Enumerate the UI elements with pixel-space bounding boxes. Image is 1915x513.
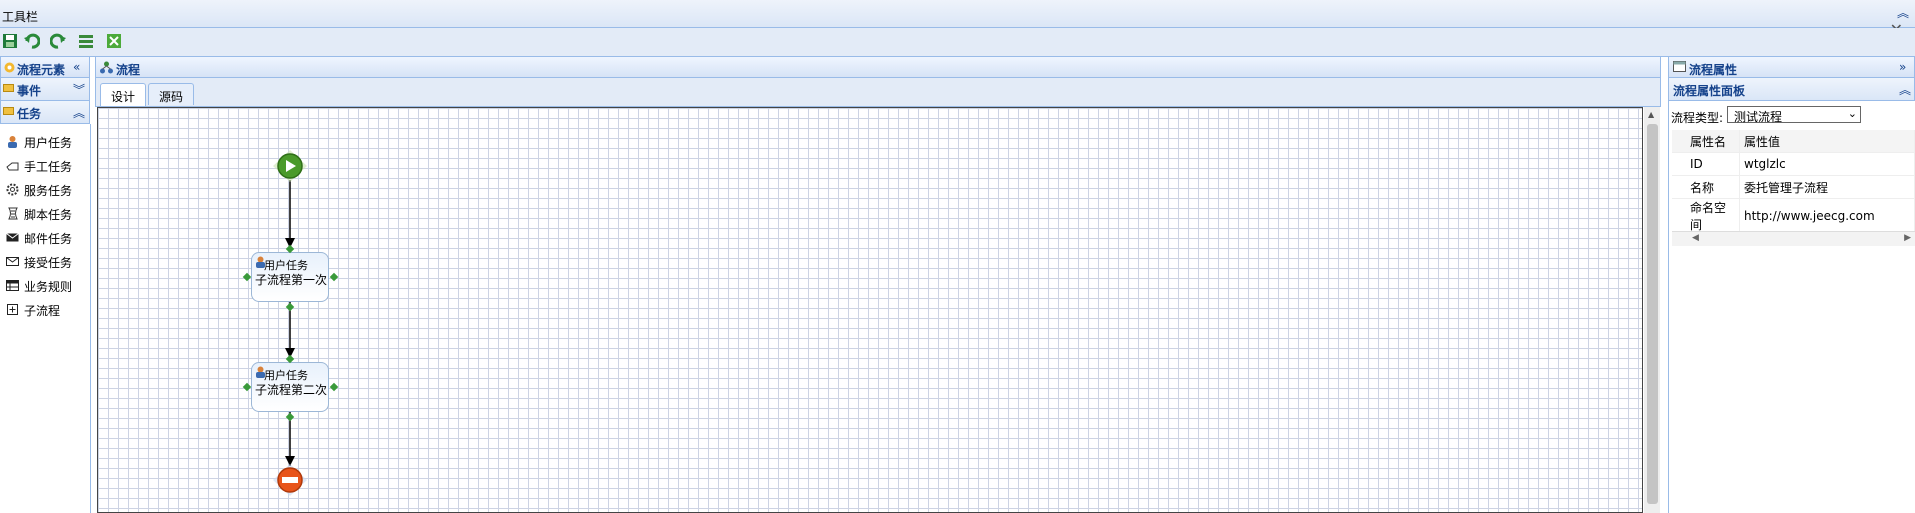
hand-icon bbox=[6, 162, 19, 171]
gear-icon bbox=[6, 183, 19, 196]
section-events-label: 事件 bbox=[17, 84, 42, 98]
subpanel-title: 流程属性面板 bbox=[1673, 84, 1746, 98]
scroll-right-arrow-icon[interactable]: ▶ bbox=[1904, 233, 1911, 243]
plus-box-icon bbox=[7, 304, 18, 315]
column-header: 属性名 bbox=[1672, 130, 1740, 153]
property-name: 命名空间 bbox=[1672, 198, 1740, 234]
task-item-label: 邮件任务 bbox=[24, 232, 73, 246]
redo-button[interactable] bbox=[49, 33, 66, 49]
clear-button[interactable] bbox=[106, 33, 122, 49]
right-panel-title: 流程属性 bbox=[1689, 63, 1738, 77]
list-button[interactable] bbox=[78, 33, 94, 49]
collapse-up-icon[interactable]: ︽ bbox=[73, 104, 85, 121]
flow-icon bbox=[100, 61, 113, 74]
task-list: 用户任务 手工任务 服务任务 脚本任务 邮件任务 接受任务 业务规则 子流程 bbox=[0, 124, 91, 513]
process-type-select[interactable]: 测试流程 ⌄ bbox=[1727, 106, 1861, 124]
elements-icon bbox=[4, 62, 15, 73]
column-header: 属性值 bbox=[1739, 130, 1915, 153]
undo-button[interactable] bbox=[24, 33, 41, 49]
table-row[interactable]: 命名空间 http://www.jeecg.com bbox=[1672, 198, 1915, 234]
task-item-label: 脚本任务 bbox=[24, 208, 73, 222]
collapse-left-icon[interactable]: « bbox=[73, 60, 80, 74]
canvas-scrollbar-thumb[interactable] bbox=[1647, 124, 1658, 504]
section-events[interactable]: 事件 ︾ bbox=[0, 78, 90, 101]
task-item-label: 手工任务 bbox=[24, 160, 73, 174]
chevron-down-icon: ⌄ bbox=[1847, 107, 1857, 120]
property-name: 名称 bbox=[1672, 175, 1740, 199]
process-type-value: 测试流程 bbox=[1734, 110, 1783, 124]
table-header-row: 属性名 属性值 bbox=[1672, 130, 1915, 153]
task-item-business-rule[interactable]: 业务规则 bbox=[6, 276, 90, 296]
end-event[interactable] bbox=[272, 463, 308, 497]
toolbar bbox=[0, 28, 1915, 57]
task-item-label: 业务规则 bbox=[24, 280, 73, 294]
scroll-left-arrow-icon[interactable]: ◀ bbox=[1692, 233, 1699, 243]
task-item-label: 接受任务 bbox=[24, 256, 73, 270]
scroll-up-arrow-icon[interactable]: ▲ bbox=[1648, 110, 1654, 119]
close-box-icon bbox=[107, 34, 121, 48]
right-panel-header: 流程属性 » bbox=[1668, 56, 1915, 78]
table-row[interactable]: ID wtglzlc bbox=[1672, 152, 1915, 176]
task-item-mail[interactable]: 邮件任务 bbox=[6, 228, 90, 248]
left-panel-title: 流程元素 bbox=[17, 63, 66, 77]
task-item-user[interactable]: 用户任务 bbox=[6, 132, 90, 152]
center-panel-title: 流程 bbox=[116, 63, 141, 77]
table-icon bbox=[6, 280, 19, 291]
list-icon bbox=[79, 35, 93, 48]
section-tasks[interactable]: 任务 ︽ bbox=[0, 101, 90, 124]
task-item-label: 服务任务 bbox=[24, 184, 73, 198]
property-grid: 属性名 属性值 ID wtglzlc 名称 委托管理子流程 命名空间 http:… bbox=[1672, 130, 1915, 234]
task-item-label: 子流程 bbox=[24, 304, 61, 318]
start-event[interactable] bbox=[272, 149, 308, 183]
section-tasks-label: 任务 bbox=[17, 107, 42, 121]
task-item-label: 用户任务 bbox=[24, 136, 73, 150]
table-row[interactable]: 名称 委托管理子流程 bbox=[1672, 175, 1915, 199]
user-icon bbox=[8, 136, 17, 148]
diagram-connectors bbox=[285, 180, 295, 466]
script-icon bbox=[8, 207, 18, 220]
task-item-subprocess[interactable]: 子流程 bbox=[6, 300, 90, 320]
property-value[interactable]: 委托管理子流程 bbox=[1739, 175, 1915, 199]
mail-icon bbox=[6, 233, 19, 242]
save-button[interactable] bbox=[2, 33, 18, 49]
task-item-receive[interactable]: 接受任务 bbox=[6, 252, 90, 272]
center-panel-header: 流程 bbox=[95, 56, 1661, 78]
tab-strip bbox=[95, 78, 1661, 107]
folder-icon bbox=[3, 107, 14, 115]
task-item-manual[interactable]: 手工任务 bbox=[6, 156, 90, 176]
collapse-right-icon[interactable]: » bbox=[1899, 60, 1906, 74]
undo-icon bbox=[24, 33, 41, 49]
tab-design[interactable]: 设计 bbox=[100, 83, 147, 106]
collapse-up-icon[interactable]: ︽ bbox=[1899, 81, 1911, 98]
toolbar-title: 工具栏 bbox=[2, 10, 39, 24]
process-type-label: 流程类型: bbox=[1671, 111, 1724, 125]
property-value[interactable]: wtglzlc bbox=[1739, 152, 1915, 176]
task-name: 子流程第一次 bbox=[255, 273, 328, 287]
receive-icon bbox=[6, 257, 19, 266]
user-task-node-2[interactable]: 用户任务 子流程第二次 bbox=[251, 362, 329, 412]
tab-source[interactable]: 源码 bbox=[148, 83, 195, 105]
redo-icon bbox=[49, 33, 66, 49]
folder-icon bbox=[3, 84, 14, 92]
expand-down-icon[interactable]: ︾ bbox=[73, 81, 85, 98]
subpanel-header: 流程属性面板 ︽ bbox=[1668, 78, 1915, 101]
collapse-up-icon[interactable]: ︽ bbox=[1897, 4, 1909, 21]
property-grid-hscroll[interactable]: ◀ ▶ bbox=[1672, 231, 1915, 246]
task-item-service[interactable]: 服务任务 bbox=[6, 180, 90, 200]
property-value[interactable]: http://www.jeecg.com bbox=[1739, 198, 1915, 234]
property-name: ID bbox=[1672, 152, 1740, 176]
task-item-script[interactable]: 脚本任务 bbox=[6, 204, 90, 224]
stop-icon bbox=[282, 477, 298, 483]
task-name: 子流程第二次 bbox=[255, 383, 328, 397]
user-task-node-1[interactable]: 用户任务 子流程第一次 bbox=[251, 252, 329, 302]
save-icon bbox=[3, 34, 17, 48]
window-icon bbox=[1673, 61, 1686, 72]
left-panel-header: 流程元素 « bbox=[0, 56, 90, 78]
toolbar-header: 工具栏 ︽ ✕ bbox=[0, 0, 1915, 39]
